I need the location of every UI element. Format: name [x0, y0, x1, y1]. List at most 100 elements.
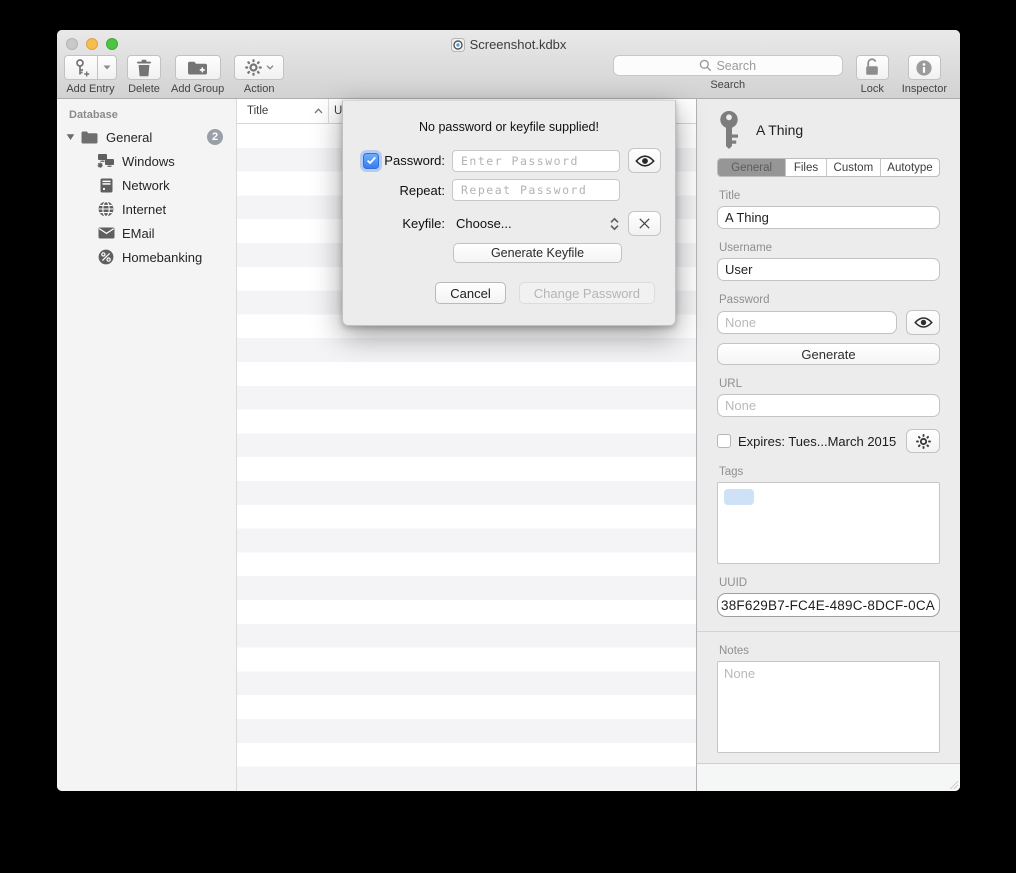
- dialog-warning-message: No password or keyfile supplied!: [343, 120, 675, 134]
- add-entry-label: Add Entry: [66, 83, 114, 95]
- generate-keyfile-button[interactable]: Generate Keyfile: [453, 243, 622, 263]
- search-tool: Search Search: [613, 55, 843, 95]
- notes-field[interactable]: [717, 661, 940, 753]
- lock-label: Lock: [861, 83, 884, 95]
- generate-password-button[interactable]: Generate: [717, 343, 940, 365]
- action-button[interactable]: [234, 55, 284, 80]
- column-header-username[interactable]: U: [329, 105, 342, 117]
- sidebar: Database General 2: [57, 99, 237, 791]
- sidebar-item-windows[interactable]: Windows: [57, 149, 236, 173]
- title-field-label: Title: [719, 190, 938, 202]
- entry-header: A Thing: [717, 107, 940, 153]
- add-group-button[interactable]: [175, 55, 221, 80]
- sidebar-item-general[interactable]: General 2: [57, 125, 236, 149]
- sidebar-item-label: General: [106, 130, 152, 145]
- titlebar: Screenshot.kdbx: [57, 30, 960, 99]
- reveal-password-button[interactable]: [906, 310, 940, 335]
- password-field-label: Password: [719, 294, 938, 306]
- inspector-label: Inspector: [902, 83, 947, 95]
- toolbar-left-group: Add Entry: [64, 55, 284, 95]
- change-password-button[interactable]: Change Password: [519, 282, 655, 304]
- keyfile-popup[interactable]: Choose...: [452, 216, 620, 231]
- windows-icon: [97, 153, 115, 169]
- password-checkbox[interactable]: [363, 153, 379, 169]
- username-field-label: Username: [719, 242, 938, 254]
- keyfile-label: Keyfile:: [402, 216, 445, 231]
- disclosure-triangle-icon[interactable]: [65, 133, 75, 141]
- expires-settings-button[interactable]: [906, 429, 940, 453]
- enter-password-input[interactable]: [452, 150, 620, 172]
- add-group-label: Add Group: [171, 83, 224, 95]
- inspector-tool: Inspector: [902, 55, 947, 95]
- inspector-footer: [697, 763, 960, 791]
- window-title-text: Screenshot.kdbx: [470, 37, 567, 52]
- search-label: Search: [710, 79, 745, 91]
- tags-label: Tags: [719, 466, 938, 478]
- password-field[interactable]: [717, 311, 897, 334]
- add-entry-tool: Add Entry: [64, 55, 117, 95]
- sidebar-item-email[interactable]: EMail: [57, 221, 236, 245]
- reveal-password-button[interactable]: [628, 148, 661, 173]
- add-group-tool: Add Group: [171, 55, 224, 95]
- clear-keyfile-button[interactable]: [628, 211, 661, 236]
- search-placeholder: Search: [716, 59, 756, 73]
- lock-button[interactable]: [856, 55, 889, 80]
- tag-chip[interactable]: [724, 489, 754, 505]
- unlock-icon: [864, 58, 880, 77]
- document-icon: [451, 38, 465, 52]
- chevron-down-icon: [103, 65, 111, 70]
- entry-count-badge: 2: [207, 129, 223, 145]
- tab-general[interactable]: General: [718, 159, 786, 176]
- password-row: Password:: [343, 148, 675, 173]
- sidebar-item-label: Network: [122, 178, 170, 193]
- close-x-icon: [638, 217, 651, 230]
- action-tool: Action: [234, 55, 284, 95]
- uuid-field[interactable]: [717, 593, 940, 617]
- tab-files[interactable]: Files: [786, 159, 826, 176]
- url-field[interactable]: [717, 394, 940, 417]
- eye-icon: [914, 316, 933, 329]
- app-window: Screenshot.kdbx: [57, 30, 960, 791]
- inspector-button[interactable]: [908, 55, 941, 80]
- tags-box[interactable]: [717, 482, 940, 564]
- keyfile-popup-value: Choose...: [456, 216, 512, 231]
- repeat-label: Repeat:: [399, 183, 445, 198]
- expires-label: Expires: Tues...March 2015: [738, 434, 896, 449]
- internet-icon: [97, 201, 115, 217]
- resize-grip[interactable]: [948, 779, 958, 789]
- sort-ascending-icon: [314, 108, 323, 114]
- username-field[interactable]: [717, 258, 940, 281]
- window-title: Screenshot.kdbx: [57, 37, 960, 52]
- change-password-dialog: No password or keyfile supplied! Passwor…: [342, 100, 676, 326]
- stepper-icon: [609, 217, 620, 231]
- delete-label: Delete: [128, 83, 160, 95]
- sidebar-item-internet[interactable]: Internet: [57, 197, 236, 221]
- add-entry-dropdown-button[interactable]: [98, 55, 117, 80]
- inspector-panel: A Thing General Files Custom Autotype Ti…: [696, 99, 960, 791]
- add-entry-button[interactable]: [64, 55, 98, 80]
- column-header-title[interactable]: Title: [237, 99, 329, 123]
- tab-autotype[interactable]: Autotype: [881, 159, 939, 176]
- action-label: Action: [244, 83, 275, 95]
- inspector-tabs: General Files Custom Autotype: [717, 158, 940, 177]
- key-plus-icon: [71, 58, 91, 78]
- sidebar-item-homebanking[interactable]: Homebanking: [57, 245, 236, 269]
- expires-row: Expires: Tues...March 2015: [717, 429, 940, 453]
- cancel-button[interactable]: Cancel: [435, 282, 505, 304]
- search-input[interactable]: Search: [613, 55, 843, 76]
- toolbar-right-group: Search Search Lock: [613, 55, 947, 95]
- expires-checkbox[interactable]: [717, 434, 731, 448]
- sidebar-item-label: Windows: [122, 154, 175, 169]
- delete-button[interactable]: [127, 55, 161, 80]
- repeat-password-input[interactable]: [452, 179, 620, 201]
- sidebar-item-network[interactable]: Network: [57, 173, 236, 197]
- dialog-actions: Cancel Change Password: [343, 282, 675, 304]
- divider: [697, 631, 960, 632]
- network-icon: [97, 178, 115, 193]
- toolbar: Add Entry: [64, 55, 947, 95]
- homebanking-icon: [97, 249, 115, 265]
- tab-custom[interactable]: Custom: [827, 159, 881, 176]
- title-field[interactable]: [717, 206, 940, 229]
- folder-plus-icon: [187, 60, 208, 76]
- folder-icon: [81, 131, 98, 144]
